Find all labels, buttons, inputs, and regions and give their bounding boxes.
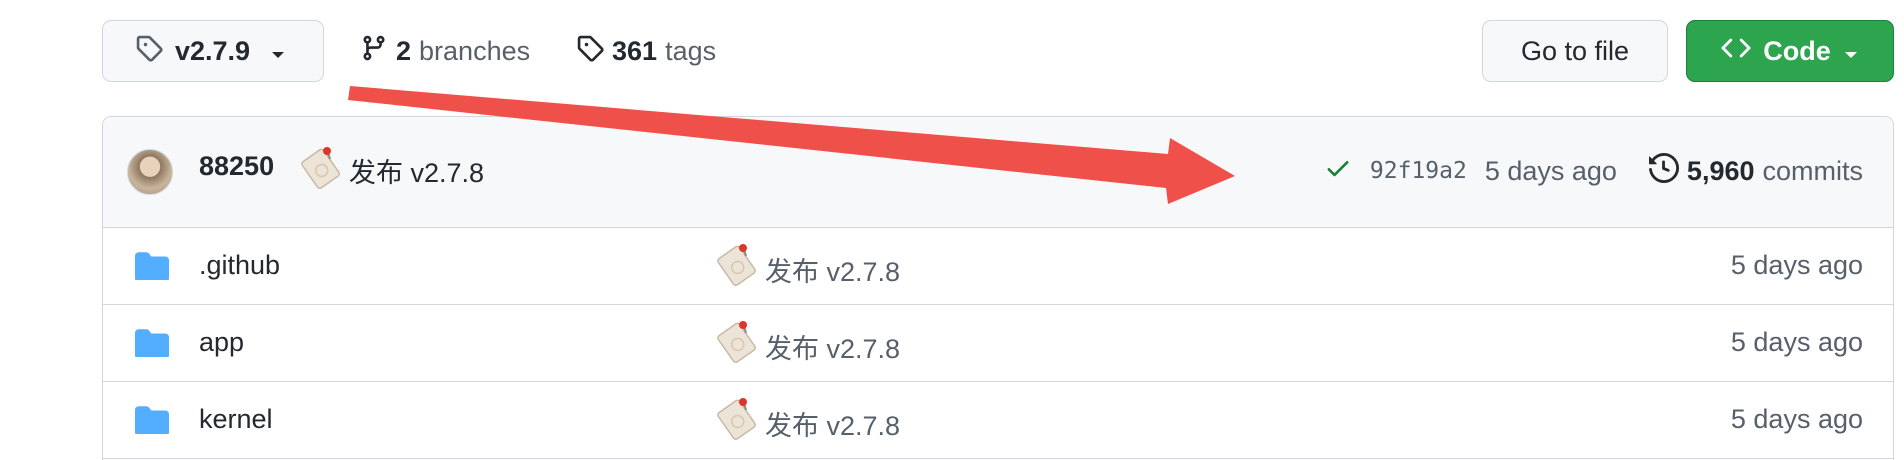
latest-commit-bar: 88250 发布 v2.7.8 92f19a2 5 days ago 5,960… [103,117,1893,228]
file-commit-message[interactable]: 发布 v2.7.8 [765,250,900,289]
bookmark-tag-emoji-icon [713,396,759,447]
file-listing: 88250 发布 v2.7.8 92f19a2 5 days ago 5,960… [102,116,1894,460]
file-commit-message[interactable]: 发布 v2.7.8 [765,327,900,366]
tag-selector-button[interactable]: v2.7.9 [102,20,324,82]
check-icon[interactable] [1324,154,1352,189]
file-name[interactable]: app [199,327,244,358]
folder-icon [135,406,169,439]
commits-history-link[interactable]: 5,960 commits [1648,152,1864,190]
file-row[interactable]: app 发布 v2.7.8 5 days ago [103,305,1893,382]
branches-link[interactable]: 2 branches [360,20,530,82]
folder-icon [135,252,169,285]
file-name[interactable]: kernel [199,404,273,435]
file-age: 5 days ago [1730,327,1863,357]
branches-word: branches [419,35,531,66]
tag-icon [135,34,163,69]
commit-author[interactable]: 88250 [199,151,274,182]
file-row[interactable]: kernel 发布 v2.7.8 5 days ago [103,382,1893,459]
tag-selector-label: v2.7.9 [175,35,251,66]
bookmark-tag-emoji-icon [713,319,759,370]
file-commit-message[interactable]: 发布 v2.7.8 [765,404,900,443]
bookmark-tag-emoji-icon [297,145,343,196]
commits-count: 5,960 [1686,155,1755,186]
tags-link[interactable]: 361 tags [576,20,716,82]
caret-down-icon [270,36,286,67]
folder-icon [135,329,169,362]
commits-word: commits [1762,155,1864,186]
repo-file-browser: v2.7.9 2 branches 361 tags Go to file Co [0,0,1904,460]
code-icon [1721,33,1751,70]
caret-down-icon [1843,36,1859,67]
bookmark-tag-emoji-icon [713,242,759,293]
repo-toolbar: v2.7.9 2 branches 361 tags Go to file Co [102,20,1896,84]
commit-sha-link[interactable]: 92f19a2 [1370,158,1467,184]
file-row[interactable]: .github 发布 v2.7.8 5 days ago [103,228,1893,305]
file-age: 5 days ago [1730,404,1863,434]
file-name[interactable]: .github [199,250,280,281]
tags-word: tags [665,35,717,66]
commit-age: 5 days ago [1484,155,1617,186]
commit-meta: 92f19a2 5 days ago 5,960 commits [1324,151,1863,191]
code-button[interactable]: Code [1686,20,1894,82]
branches-count: 2 [396,35,412,66]
git-branch-icon [360,34,388,69]
go-to-file-button[interactable]: Go to file [1482,20,1668,82]
tag-icon [576,34,604,69]
code-button-label: Code [1763,35,1831,66]
commit-message[interactable]: 发布 v2.7.8 [349,151,484,190]
avatar[interactable] [127,149,173,195]
history-icon [1648,152,1679,190]
file-age: 5 days ago [1730,250,1863,280]
tags-count: 361 [612,35,658,66]
